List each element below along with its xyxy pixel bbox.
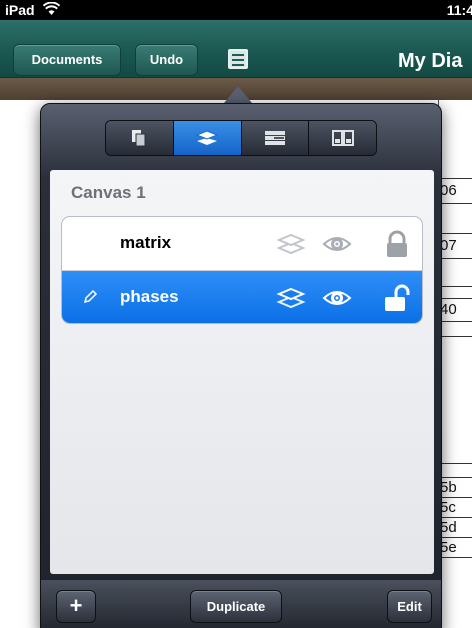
popover-arrow	[224, 86, 252, 103]
tab-templates[interactable]	[309, 121, 376, 155]
sheet-cell: 06	[438, 178, 472, 204]
lock-open-icon[interactable]	[382, 283, 412, 313]
templates-icon	[331, 130, 354, 146]
sheet-divider	[438, 463, 472, 464]
undo-button[interactable]: Undo	[135, 44, 198, 76]
canvas-name: Canvas 1	[71, 183, 146, 202]
pencil-icon	[83, 289, 98, 304]
visibility-eye-icon[interactable]	[322, 283, 352, 313]
duplicate-layer-button[interactable]: Duplicate	[190, 590, 282, 623]
lock-closed-icon[interactable]	[382, 229, 412, 259]
sheet-cell: 5c	[438, 497, 472, 517]
navigation-bar: Documents Undo My Dia	[0, 20, 472, 78]
layers-icon	[196, 130, 219, 145]
document-title: My Dia	[398, 50, 463, 72]
layer-row-matrix[interactable]: matrix	[62, 217, 422, 271]
sheet-divider	[438, 336, 472, 337]
layer-name: matrix	[120, 233, 172, 252]
edit-layers-button[interactable]: Edit	[387, 590, 432, 623]
layer-row-phases[interactable]: phases	[62, 271, 422, 323]
visibility-eye-icon[interactable]	[322, 229, 352, 259]
sheet-cell: 5d	[438, 517, 472, 537]
pages-icon	[132, 130, 146, 147]
clock: 11:4	[446, 2, 472, 18]
documents-button[interactable]: Documents	[13, 44, 121, 76]
layers-toolbar: + Duplicate Edit	[41, 580, 441, 628]
layer-list: matrix phases	[61, 216, 423, 324]
layers-popover: Canvas 1 matrix phases + Duplicate Edit	[40, 103, 442, 628]
layers-panel-toggle-icon[interactable]	[228, 49, 248, 69]
popover-tab-bar	[105, 120, 377, 156]
sheet-cell: 07	[438, 233, 472, 259]
layers-panel: Canvas 1 matrix phases	[50, 170, 434, 574]
sheet-cell: 5e	[438, 537, 472, 558]
tab-layers[interactable]	[173, 121, 242, 155]
status-bar: iPad 11:4	[0, 0, 472, 20]
tab-pages[interactable]	[106, 121, 174, 155]
properties-icon	[264, 131, 285, 145]
wifi-icon	[42, 1, 61, 19]
carrier-label: iPad	[5, 2, 35, 18]
layer-print-icon[interactable]	[276, 283, 306, 313]
sheet-cell: 5b	[438, 477, 472, 497]
add-layer-button[interactable]: +	[56, 590, 96, 623]
tab-properties[interactable]	[241, 121, 310, 155]
sheet-cell: 40	[438, 298, 472, 322]
sheet-divider	[438, 286, 472, 287]
layer-name: phases	[120, 287, 179, 306]
layer-print-icon[interactable]	[276, 229, 306, 259]
